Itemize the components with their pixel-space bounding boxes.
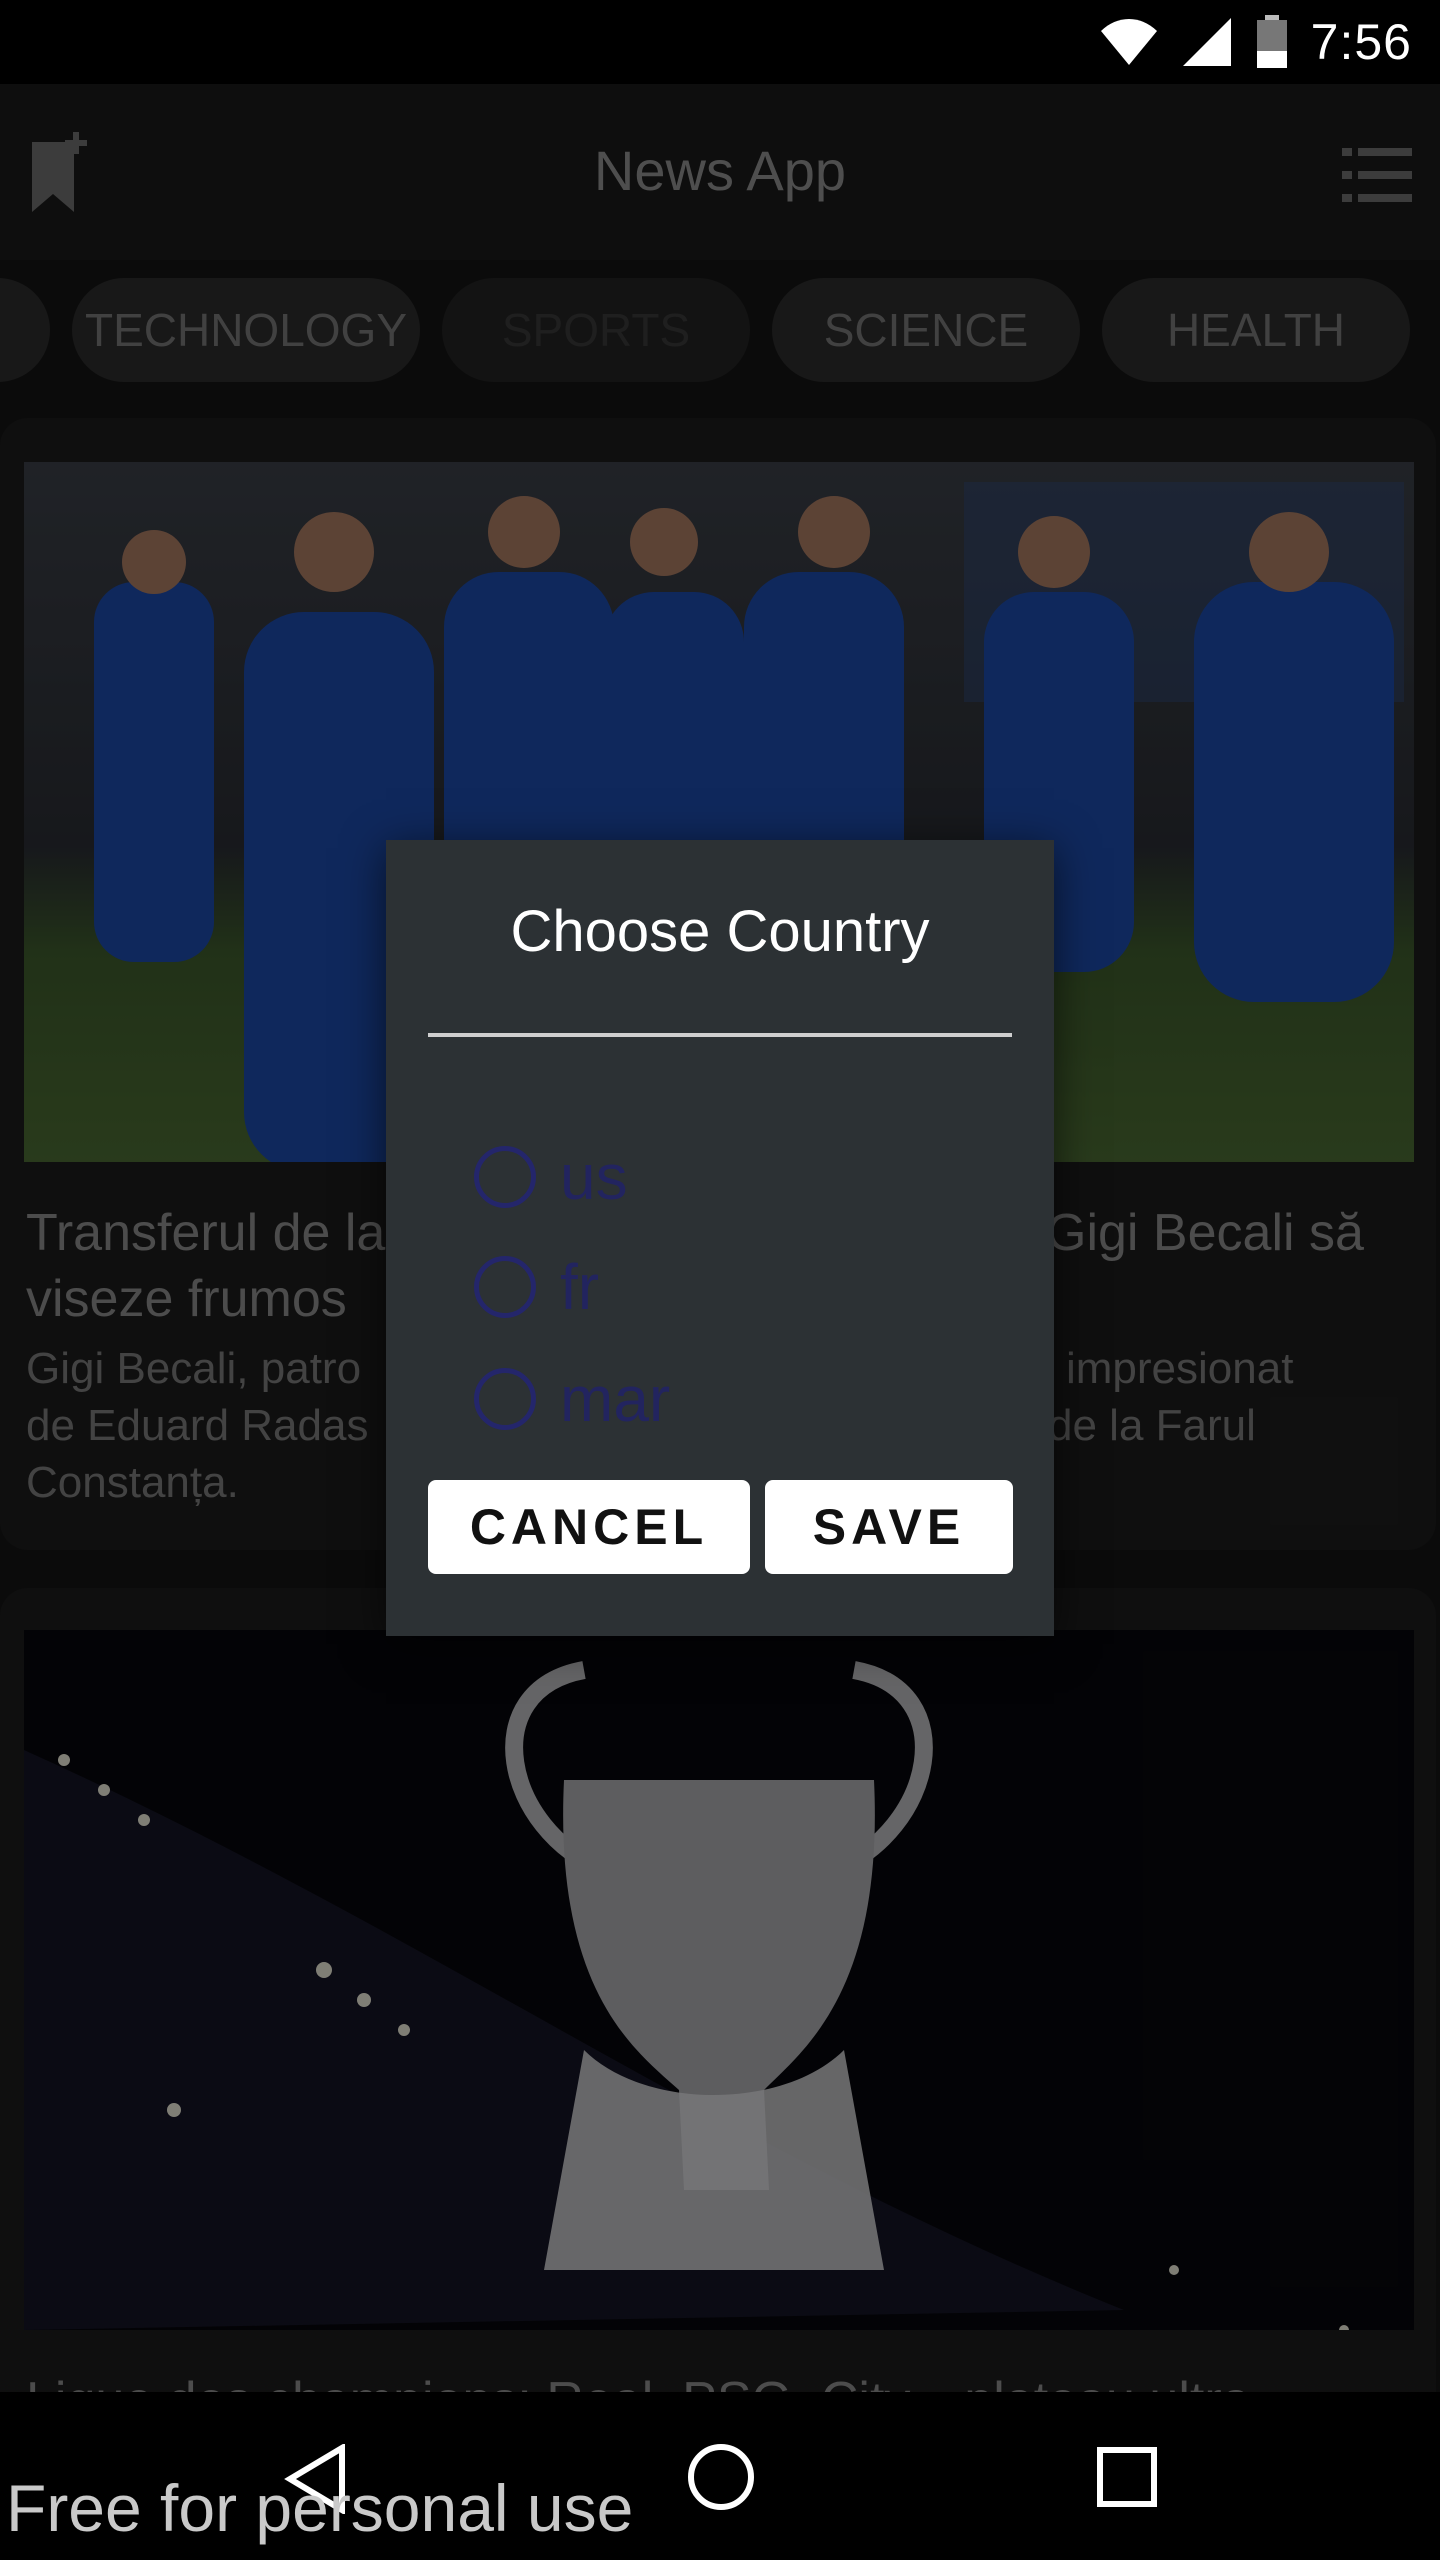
radio-option-us[interactable]: us bbox=[474, 1132, 628, 1222]
dialog-title: Choose Country bbox=[510, 899, 930, 964]
wifi-icon bbox=[1100, 19, 1157, 65]
watermark-text: Free for personal use bbox=[6, 2471, 634, 2545]
radio-option-fr[interactable]: fr bbox=[474, 1242, 599, 1332]
radio-label: mar bbox=[560, 1363, 671, 1435]
save-button[interactable]: SAVE bbox=[765, 1480, 1013, 1574]
radio-option-mar[interactable]: mar bbox=[474, 1354, 670, 1444]
radio-button-icon[interactable] bbox=[474, 1146, 536, 1208]
recents-icon[interactable] bbox=[1096, 2446, 1158, 2508]
signal-icon bbox=[1182, 18, 1231, 66]
status-bar: 7:56 bbox=[0, 0, 1440, 84]
choose-country-dialog: Choose Country us fr mar CANCEL SAVE bbox=[386, 840, 1054, 1636]
radio-button-icon[interactable] bbox=[474, 1256, 536, 1318]
radio-label: us bbox=[560, 1141, 628, 1213]
status-time: 7:56 bbox=[1310, 14, 1412, 70]
radio-label: fr bbox=[560, 1251, 600, 1323]
radio-button-icon[interactable] bbox=[474, 1368, 536, 1430]
cancel-button[interactable]: CANCEL bbox=[428, 1480, 750, 1574]
battery-icon bbox=[1256, 15, 1287, 68]
home-icon[interactable] bbox=[686, 2442, 756, 2512]
dialog-divider bbox=[428, 1033, 1012, 1037]
